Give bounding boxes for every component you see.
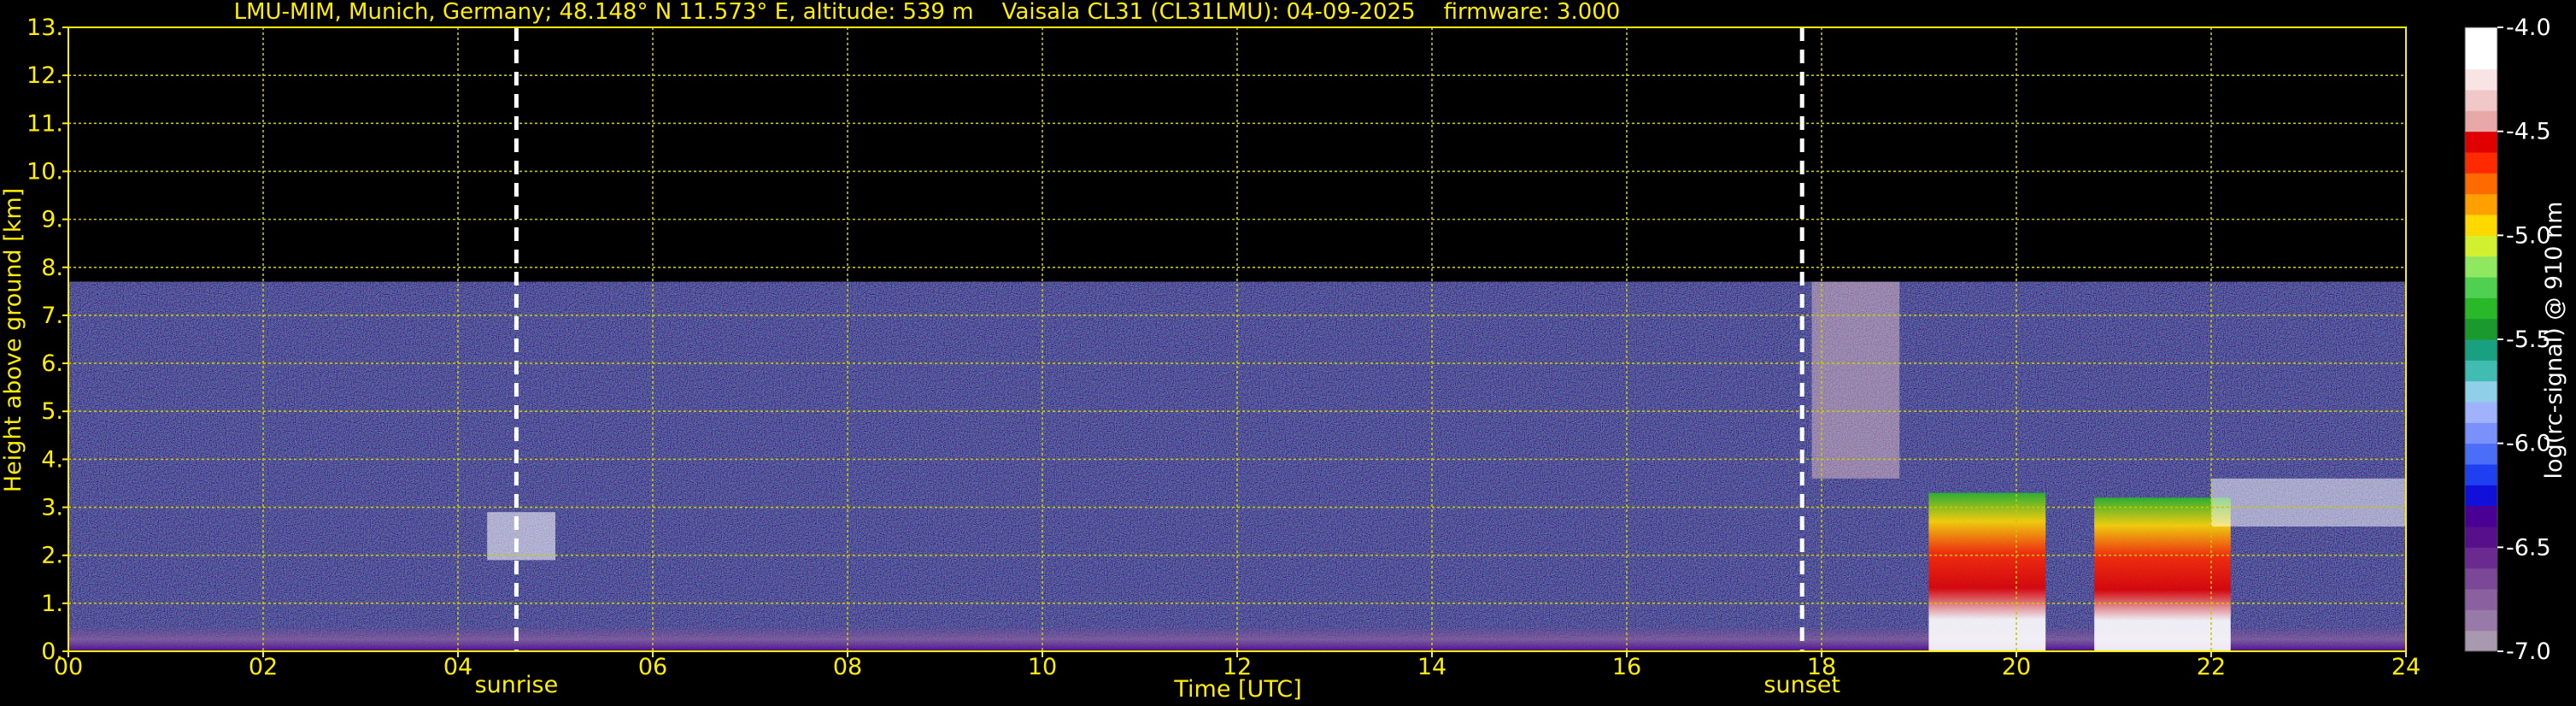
y-tick-label: 1. [41, 591, 63, 617]
x-tick-label: 22 [2197, 654, 2226, 680]
y-tick-label: 4. [41, 446, 63, 473]
colorbar-swatch [2465, 485, 2497, 507]
y-tick-label: 8. [41, 255, 63, 281]
colorbar-swatch [2465, 297, 2497, 320]
y-tick-label: 0. [41, 638, 63, 665]
colorbar-swatch [2465, 527, 2497, 548]
colorbar-swatch [2465, 193, 2497, 215]
colorbar-swatch [2465, 173, 2497, 195]
x-tick-label: 16 [1612, 654, 1641, 680]
x-tick-label: 14 [1417, 654, 1446, 680]
x-axis-label: Time [UTC] [1173, 676, 1301, 703]
x-tick-label: 02 [249, 654, 278, 680]
colorbar-swatch [2465, 48, 2497, 70]
colorbar-swatch [2465, 277, 2497, 298]
colorbar-swatch [2465, 110, 2497, 132]
colorbar-swatch [2465, 339, 2497, 361]
colorbar-tick-label: -6.5 [2506, 534, 2551, 561]
colorbar-swatch [2465, 589, 2497, 610]
colorbar-swatch [2465, 609, 2497, 632]
colorbar-swatch [2465, 90, 2497, 111]
y-tick-label: 3. [41, 495, 63, 521]
colorbar-swatch [2465, 360, 2497, 382]
feature-3 [1928, 492, 2046, 651]
colorbar-swatch [2465, 380, 2497, 403]
x-tick-label: 06 [638, 654, 667, 680]
colorbar-swatch [2465, 131, 2497, 153]
colorbar-swatch [2465, 68, 2497, 91]
colorbar-swatch [2465, 215, 2497, 236]
ceilometer-chart: sunrise sunset 00 02 04 06 08 10 12 14 16 18 20 22 24… [0, 0, 2567, 703]
colorbar-swatch [2465, 256, 2497, 278]
colorbar-swatch [2465, 422, 2497, 444]
x-tick-label: 24 [2391, 654, 2421, 680]
colorbar-swatch [2465, 547, 2497, 569]
y-tick-label: 9. [41, 207, 63, 233]
colorbar-swatch [2465, 464, 2497, 485]
colorbar-swatch [2465, 152, 2497, 174]
colorbar-swatch [2465, 27, 2497, 49]
colorbar-tick-label: -7.0 [2506, 638, 2551, 665]
y-tick-label: 2. [41, 543, 63, 569]
x-tick-label: 20 [2002, 654, 2031, 680]
y-tick-label: 7. [41, 303, 63, 329]
x-tick-label: 04 [443, 654, 472, 680]
colorbar-label: log(rc-signal) @ 910 nm [2541, 202, 2567, 479]
event-label-sunrise: sunrise [475, 672, 559, 698]
colorbar-swatch [2465, 235, 2497, 257]
y-tick-label: 6. [41, 350, 63, 377]
colorbar: -7.0-6.5-6.0-5.5-5.0-4.5-4.0 [2464, 15, 2551, 665]
feature-5 [2211, 478, 2406, 527]
feature-1 [487, 512, 555, 561]
y-tick-label: 11. [26, 110, 63, 137]
feature-2 [1811, 281, 1900, 479]
x-tick-label: 10 [1028, 654, 1057, 680]
chart-title: LMU-MIM, Munich, Germany; 48.148° N 11.5… [234, 0, 1621, 25]
colorbar-swatch [2465, 505, 2497, 527]
y-axis-label: Height above ground [km] [0, 188, 26, 492]
colorbar-swatch [2465, 630, 2497, 652]
colorbar-tick-label: -4.5 [2506, 119, 2551, 145]
y-tick-label: 12. [26, 62, 63, 89]
colorbar-tick-label: -4.0 [2506, 15, 2551, 41]
x-tick-label: 08 [833, 654, 862, 680]
feature-4 [2094, 497, 2231, 651]
colorbar-swatch [2465, 402, 2497, 423]
colorbar-swatch [2465, 568, 2497, 590]
y-tick-label: 13. [26, 15, 63, 41]
y-tick-label: 10. [26, 158, 63, 185]
y-tick-label: 5. [41, 398, 63, 425]
colorbar-swatch [2465, 443, 2497, 465]
colorbar-swatch [2465, 318, 2497, 340]
x-tick-label: 18 [1807, 654, 1836, 680]
